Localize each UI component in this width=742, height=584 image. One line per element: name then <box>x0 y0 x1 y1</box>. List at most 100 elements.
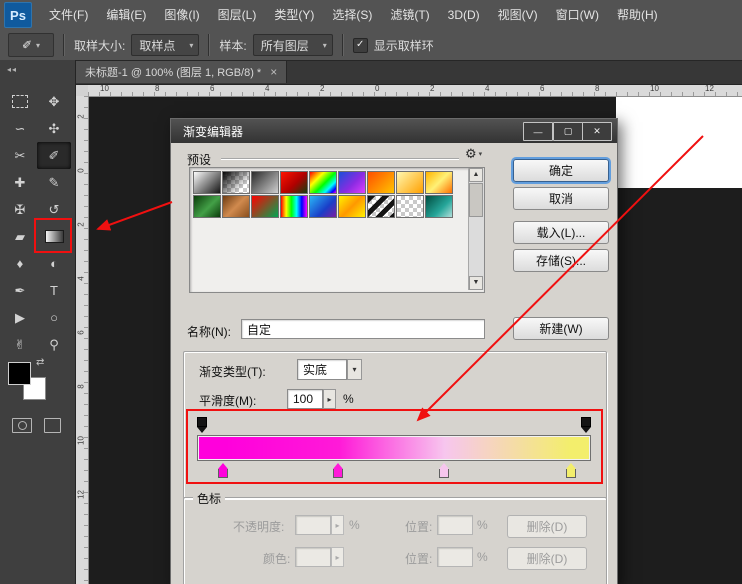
scroll-up-icon[interactable]: ▲ <box>469 168 483 182</box>
foreground-color-swatch[interactable] <box>8 362 31 385</box>
ruler-v-number: 8 <box>77 381 86 393</box>
color-stop[interactable] <box>566 463 576 480</box>
quick-selection-tool[interactable]: ✣ <box>37 115 71 142</box>
color-location-input[interactable] <box>437 547 473 567</box>
menu-item[interactable]: 编辑(E) <box>97 0 155 30</box>
maximize-button[interactable]: ▢ <box>553 122 583 141</box>
gradient-preset-17[interactable] <box>396 195 424 218</box>
opacity-stop[interactable] <box>581 417 591 435</box>
gradient-preset-18[interactable] <box>425 195 453 218</box>
smoothness-input[interactable]: 100 <box>287 389 323 409</box>
pen-tool[interactable]: ✒ <box>3 277 37 304</box>
menu-item[interactable]: 窗口(W) <box>547 0 608 30</box>
gradient-preset-1[interactable] <box>193 171 221 194</box>
type-tool[interactable]: T <box>37 277 71 304</box>
gradient-type-caret-icon[interactable]: ▾ <box>347 359 362 380</box>
quick-mask-button[interactable] <box>12 418 32 433</box>
dodge-tool[interactable]: ◐ <box>37 250 71 277</box>
delete-opacity-stop-button[interactable]: 删除(D) <box>507 515 587 538</box>
smoothness-spinner-icon[interactable]: ▸ <box>323 389 336 409</box>
show-sampling-ring-checkbox[interactable]: ✓ <box>353 38 368 53</box>
menu-item[interactable]: 帮助(H) <box>608 0 667 30</box>
menu-item[interactable]: 图层(L) <box>209 0 266 30</box>
gradient-type-select[interactable]: 实底 <box>297 359 347 380</box>
tab-close-icon[interactable]: × <box>270 65 277 79</box>
presets-scrollbar[interactable]: ▲ ▼ <box>468 168 484 290</box>
gradient-preset-6[interactable] <box>338 171 366 194</box>
gradient-preset-3[interactable] <box>251 171 279 194</box>
menu-item[interactable]: 3D(D) <box>439 0 489 30</box>
gradient-preset-15[interactable] <box>338 195 366 218</box>
gradient-preset-12[interactable] <box>251 195 279 218</box>
location-input[interactable] <box>437 515 473 535</box>
swap-colors-icon[interactable]: ⇄ <box>36 357 44 368</box>
presets-box: ▲ ▼ <box>189 167 485 293</box>
sample-size-dropdown[interactable]: 取样点 ▾ <box>131 34 199 56</box>
save-button[interactable]: 存储(S)... <box>513 249 609 272</box>
history-brush-tool[interactable]: ↺ <box>37 196 71 223</box>
delete-color-stop-button[interactable]: 删除(D) <box>507 547 587 570</box>
hand-tool[interactable]: ✌ <box>3 331 37 358</box>
color-stop[interactable] <box>333 463 343 480</box>
name-input[interactable]: 自定 <box>241 319 485 339</box>
move-tool[interactable]: ✥ <box>37 88 71 115</box>
gradient-preset-14[interactable] <box>309 195 337 218</box>
healing-brush-tool[interactable]: ✚ <box>3 169 37 196</box>
gradient-preset-11[interactable] <box>222 195 250 218</box>
color-stop[interactable] <box>218 463 228 480</box>
blur-tool[interactable]: ♦ <box>3 250 37 277</box>
scroll-thumb[interactable] <box>469 183 483 217</box>
opacity-stop[interactable] <box>197 417 207 435</box>
lasso-tool[interactable]: ∽ <box>3 115 37 142</box>
minimize-button[interactable]: — <box>523 122 553 141</box>
eraser-tool[interactable]: ▰ <box>3 223 37 250</box>
gradient-tool-icon <box>45 230 64 243</box>
scroll-down-icon[interactable]: ▼ <box>469 276 483 290</box>
document-canvas[interactable] <box>616 96 742 188</box>
color-stop[interactable] <box>439 463 449 480</box>
color-stop-swatch <box>218 469 228 478</box>
gradient-preset-2[interactable] <box>222 171 250 194</box>
presets-menu-button[interactable]: ⚙ ▾ <box>465 146 482 162</box>
lasso-tool-icon: ∽ <box>15 121 26 137</box>
menu-item[interactable]: 视图(V) <box>489 0 547 30</box>
clone-stamp-tool[interactable]: ✠ <box>3 196 37 223</box>
cancel-button[interactable]: 取消 <box>513 187 609 210</box>
ellipse-tool[interactable]: ○ <box>37 304 71 331</box>
load-button[interactable]: 载入(L)... <box>513 221 609 244</box>
path-selection-tool[interactable]: ▶ <box>3 304 37 331</box>
gradient-preset-10[interactable] <box>193 195 221 218</box>
screen-mode-button[interactable] <box>44 418 61 433</box>
gradient-preset-9[interactable] <box>425 171 453 194</box>
gradient-preset-7[interactable] <box>367 171 395 194</box>
gradient-preset-4[interactable] <box>280 171 308 194</box>
gradient-tool[interactable] <box>37 223 71 250</box>
dialog-title-bar[interactable]: 渐变编辑器 — ▢ ✕ <box>171 119 617 143</box>
gradient-preview-bar[interactable] <box>197 435 591 461</box>
document-tab[interactable]: 未标题-1 @ 100% (图层 1, RGB/8) * × <box>76 60 287 83</box>
new-button[interactable]: 新建(W) <box>513 317 609 340</box>
eyedropper-tool[interactable]: ✐ <box>37 142 71 169</box>
crop-tool[interactable]: ✂ <box>3 142 37 169</box>
tool-preset-picker[interactable]: ✐ ▾ <box>8 33 54 57</box>
gradient-preset-5[interactable] <box>309 171 337 194</box>
panel-collapse-icon[interactable]: ◂◂ <box>0 60 75 84</box>
opacity-spinner-icon[interactable]: ▸ <box>331 515 344 535</box>
close-button[interactable]: ✕ <box>582 122 612 141</box>
sample-dropdown[interactable]: 所有图层 ▾ <box>253 34 333 56</box>
gradient-preset-16[interactable] <box>367 195 395 218</box>
menu-item[interactable]: 文件(F) <box>40 0 97 30</box>
color-picker-caret-icon[interactable]: ▸ <box>331 547 344 567</box>
opacity-input[interactable] <box>295 515 331 535</box>
ok-button[interactable]: 确定 <box>513 159 609 182</box>
rectangular-marquee-tool[interactable] <box>3 88 37 115</box>
zoom-tool[interactable]: ⚲ <box>37 331 71 358</box>
brush-tool[interactable]: ✎ <box>37 169 71 196</box>
menu-item[interactable]: 选择(S) <box>323 0 381 30</box>
gradient-preset-13[interactable] <box>280 195 308 218</box>
menu-item[interactable]: 图像(I) <box>155 0 208 30</box>
gradient-preset-8[interactable] <box>396 171 424 194</box>
color-swatch-field[interactable] <box>295 547 331 567</box>
menu-item[interactable]: 类型(Y) <box>265 0 323 30</box>
menu-item[interactable]: 滤镜(T) <box>381 0 438 30</box>
